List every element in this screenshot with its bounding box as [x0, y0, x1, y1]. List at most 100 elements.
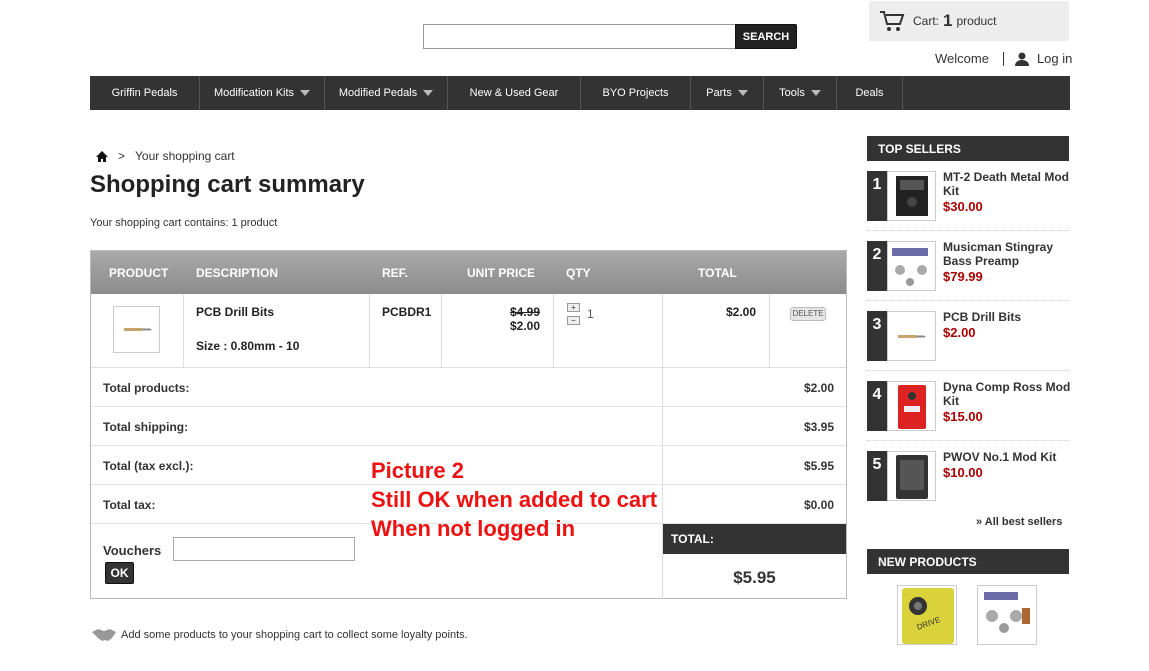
column-header-total: TOTAL: [698, 266, 737, 280]
nav-item-label: Tools: [779, 87, 805, 99]
nav-item-modified-pedals[interactable]: Modified Pedals: [325, 76, 448, 110]
total-tax-excl-value: $5.95: [803, 459, 834, 473]
nav-item-label: Deals: [855, 87, 884, 99]
annotation-line-2: Still OK when added to cart: [371, 487, 658, 512]
product-price: $15.00: [943, 409, 983, 424]
product-name[interactable]: Musicman Stingray Bass Preamp: [943, 240, 1071, 268]
product-price: $2.00: [943, 325, 976, 340]
nav-item-label: Parts: [706, 87, 732, 99]
top-seller-item[interactable]: 3 PCB Drill Bits $2.00: [867, 310, 1071, 367]
nav-item-label: New & Used Gear: [469, 87, 559, 99]
nav-item-deals[interactable]: Deals: [837, 76, 903, 110]
nav-item-byo-projects[interactable]: BYO Projects: [581, 76, 691, 110]
top-seller-item[interactable]: 5 PWOV No.1 Mod Kit $10.00: [867, 450, 1071, 507]
product-name[interactable]: PCB Drill Bits: [943, 310, 1071, 324]
all-best-sellers-link[interactable]: » All best sellers: [976, 516, 1062, 528]
product-attributes: Size : 0.80mm - 10: [196, 339, 300, 353]
product-name[interactable]: Dyna Comp Ross Mod Kit: [943, 380, 1071, 408]
rank-badge: 2: [867, 241, 887, 291]
annotation-line-3: When not logged in: [371, 516, 576, 541]
new-product-thumbnail[interactable]: DRIVE: [897, 585, 957, 645]
product-thumbnail[interactable]: [887, 451, 936, 501]
breadcrumb-separator: >: [118, 149, 126, 163]
divider: [867, 230, 1069, 231]
old-price: $4.99: [510, 305, 541, 319]
product-price: $10.00: [943, 465, 983, 480]
welcome-text: Welcome: [935, 51, 989, 66]
divider: [1002, 51, 1004, 66]
total-tax-label: Total tax:: [103, 498, 156, 512]
rank-badge: 4: [867, 381, 887, 431]
qty-decrease-button[interactable]: −: [567, 316, 580, 325]
product-price: $30.00: [943, 199, 983, 214]
nav-item-new-used-gear[interactable]: New & Used Gear: [448, 76, 581, 110]
new-products-title[interactable]: NEW PRODUCTS: [867, 549, 1069, 574]
product-thumbnail[interactable]: [887, 171, 936, 221]
new-product-thumbnail[interactable]: [977, 585, 1037, 645]
cart-label: Cart:: [913, 14, 940, 28]
nav-item-label: Griffin Pedals: [111, 87, 178, 99]
caret-down-icon: [423, 90, 434, 96]
nav-item-label: Modification Kits: [213, 87, 295, 99]
handshake-icon: [92, 629, 116, 641]
table-header: PRODUCT DESCRIPTION REF. UNIT PRICE QTY …: [91, 251, 846, 294]
nav-item-modification-kits[interactable]: Modification Kits: [200, 76, 325, 110]
nav-item-label: BYO Projects: [602, 87, 669, 99]
total-tax-excl-label: Total (tax excl.):: [103, 459, 194, 473]
product-ref: PCBDR1: [382, 305, 432, 319]
cart-summary-box[interactable]: Cart: 1 product: [869, 1, 1069, 41]
cart-unit: product: [956, 14, 997, 28]
login-link[interactable]: Log in: [1014, 51, 1073, 66]
login-label: Log in: [1036, 51, 1073, 66]
column-header-ref: REF.: [382, 266, 409, 280]
column-header-description: DESCRIPTION: [196, 266, 279, 280]
main-nav: Griffin Pedals Modification Kits Modified …: [90, 76, 1070, 110]
nav-item-label: Modified Pedals: [338, 87, 418, 99]
voucher-code-input[interactable]: [173, 537, 355, 561]
top-sellers-title[interactable]: TOP SELLERS: [867, 136, 1069, 161]
product-thumbnail[interactable]: [887, 381, 936, 431]
totals-row: Total products: $2.00: [91, 368, 846, 407]
search-bar: SEARCH: [423, 24, 797, 49]
cart-count: 1: [943, 11, 953, 30]
product-name[interactable]: MT-2 Death Metal Mod Kit: [943, 170, 1071, 198]
search-input[interactable]: [423, 24, 735, 49]
caret-down-icon: [737, 90, 748, 96]
caret-down-icon: [300, 90, 311, 96]
nav-item-parts[interactable]: Parts: [691, 76, 764, 110]
voucher-ok-button[interactable]: OK: [105, 562, 134, 584]
breadcrumb-current: Your shopping cart: [135, 149, 235, 163]
qty-increase-button[interactable]: +: [567, 303, 580, 312]
nav-item-griffin-pedals[interactable]: Griffin Pedals: [90, 76, 200, 110]
home-icon[interactable]: [96, 150, 108, 162]
top-seller-item[interactable]: 4 Dyna Comp Ross Mod Kit $15.00: [867, 380, 1071, 437]
cart-summary-text: Your shopping cart contains: 1 product: [90, 217, 278, 229]
product-name[interactable]: PWOV No.1 Mod Kit: [943, 450, 1071, 464]
divider: [867, 370, 1069, 371]
top-seller-item[interactable]: 1 MT-2 Death Metal Mod Kit $30.00: [867, 170, 1071, 227]
unit-price: $2.00: [510, 319, 541, 333]
totals-row: Total shipping: $3.95: [91, 407, 846, 446]
nav-item-tools[interactable]: Tools: [764, 76, 837, 110]
vouchers-label: Vouchers: [103, 543, 162, 558]
loyalty-text: Add some products to your shopping cart …: [121, 629, 468, 641]
table-row: PCB Drill Bits Size : 0.80mm - 10 PCBDR1…: [91, 294, 846, 368]
divider: [867, 300, 1069, 301]
search-button[interactable]: SEARCH: [735, 24, 797, 49]
delete-button[interactable]: DELETE: [790, 307, 826, 321]
product-name[interactable]: PCB Drill Bits: [196, 305, 274, 319]
total-products-value: $2.00: [803, 381, 834, 395]
cart-icon: [880, 11, 905, 31]
divider: [867, 440, 1069, 441]
product-thumbnail[interactable]: [887, 241, 936, 291]
top-seller-item[interactable]: 2 Musicman Stingray Bass Preamp $79.99: [867, 240, 1071, 297]
user-icon: [1014, 52, 1029, 66]
product-thumbnail[interactable]: [113, 306, 160, 353]
total-products-label: Total products:: [103, 381, 190, 395]
product-thumbnail[interactable]: [887, 311, 936, 361]
total-tax-value: $0.00: [803, 498, 834, 512]
rank-badge: 5: [867, 451, 887, 501]
annotation-line-1: Picture 2: [371, 458, 464, 483]
total-shipping-label: Total shipping:: [103, 420, 189, 434]
line-total: $2.00: [726, 305, 757, 319]
